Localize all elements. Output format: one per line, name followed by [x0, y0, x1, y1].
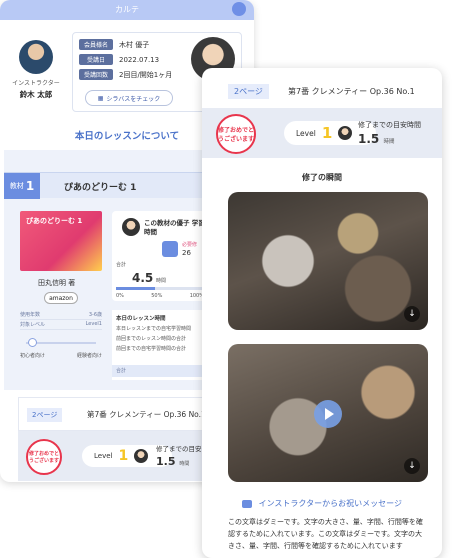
message-heading: インストラクターからお祝いメッセージ — [202, 498, 442, 509]
syllabus-button-label: シラバスをチェック — [106, 95, 161, 103]
study-time-card: この教材の優子 学習時間 必要修 26 合計 4.5 時間 0% 50% 100… — [112, 211, 208, 301]
progress-scale: 0% 50% 100% — [116, 293, 204, 299]
completion-seal: 修了おめでとうございます — [26, 439, 62, 475]
instructor-role: インストラクター — [12, 80, 60, 87]
instructor-name: 鈴木 太郎 — [19, 90, 53, 99]
stat-label: 対象レベル — [20, 322, 46, 328]
total-label: 合計 — [116, 262, 127, 268]
goal-label: 修了までの目安 — [156, 445, 202, 453]
member-label: 受講日 — [79, 54, 113, 65]
instructor-block: インストラクター 鈴木 太郎 — [8, 40, 64, 100]
member-value: 木村 優子 — [119, 40, 150, 49]
karte-header: カルテ — [0, 0, 254, 20]
goal-label: 修了までの目安時間 — [358, 121, 421, 129]
stage: カルテ インストラクター 鈴木 太郎 会員様名 木村 優子 受講日 2022.0… — [0, 0, 456, 558]
history-line: 前回までの自宅学習時間の合計 — [116, 346, 187, 352]
moment-title: 修了の瞬間 — [302, 173, 342, 182]
member-row: 会員様名 木村 優子 — [79, 39, 149, 50]
page-tag: 2ページ — [228, 84, 269, 99]
progress-fill — [116, 287, 155, 290]
member-row: 受講日 2022.07.13 — [79, 54, 159, 65]
goal-value: 1.5 — [358, 132, 380, 146]
scale-label: 0% — [116, 293, 124, 299]
book-cover-image: ぴあのどりーむ 1 — [20, 211, 102, 271]
study-time-title: この教材の優子 学習時間 — [144, 219, 205, 236]
book-author: 田丸信明 著 — [38, 279, 76, 287]
page-tag: 2ページ — [27, 408, 63, 422]
level-value: 1 — [321, 124, 333, 142]
material-name: ぴあのどりーむ 1 — [64, 183, 137, 193]
completion-card: 2ページ 第7番 クレメンティー Op.36 No.1 修了おめでとうございます… — [202, 68, 442, 558]
download-icon[interactable]: ↓ — [404, 458, 420, 474]
karte-title: カルテ — [115, 5, 139, 14]
completion-bar: 修了おめでとうございます Level 1 修了までの目安時間 1.5 時間 — [202, 108, 442, 158]
book-cover-title: ぴあのどりーむ 1 — [26, 217, 83, 225]
instructor-avatar — [19, 40, 53, 74]
page-row: 2ページ 第7番 クレメンティー Op.36 No.1 — [202, 78, 442, 106]
goal-value-row: 1.5 時間 — [156, 455, 189, 468]
level-label: Level — [296, 128, 316, 138]
level-end-min: 初心者向け — [20, 353, 46, 359]
material-stats: 使用年数 3-6歳 対象レベル Level1 — [20, 310, 102, 330]
completion-seal: 修了おめでとうございます — [216, 114, 256, 154]
level-label: Level — [94, 452, 113, 460]
level-end-max: 経験者向け — [76, 353, 102, 359]
chat-icon — [242, 499, 253, 508]
history-line: 前回までのレッスン時間の合計 — [116, 336, 187, 342]
member-label: 会員様名 — [79, 39, 113, 50]
instructor-avatar-small — [338, 126, 353, 140]
material-number: 1 — [25, 179, 35, 193]
level-value: 1 — [118, 448, 129, 464]
total-hours: 4.5 — [132, 271, 154, 285]
history-line: 本日レッスンまでの自宅学習時間 — [116, 326, 192, 332]
edit-icon[interactable] — [232, 2, 246, 16]
song-title: 第7番 クレメンティー Op.36 No.1 — [288, 87, 415, 96]
total-hours-unit: 時間 — [156, 278, 167, 284]
member-avatar-small — [122, 218, 140, 236]
goal-value-row: 1.5 時間 — [358, 132, 394, 146]
song-title: 第7番 クレメンティー Op.36 No.1 — [87, 410, 206, 419]
stat-row: 使用年数 3-6歳 — [20, 310, 102, 320]
stat-value: 3-6歳 — [88, 312, 102, 318]
stat-value: Level1 — [85, 321, 102, 327]
book-icon — [162, 241, 178, 257]
goal-unit: 時間 — [179, 461, 190, 467]
required-label: 必要修 — [182, 242, 198, 248]
lesson-history-card: 本日のレッスン時間 本日レッスンまでの自宅学習時間 前回までのレッスン時間の合計… — [112, 310, 208, 380]
history-footer: 合計 — [112, 365, 208, 377]
message-body: この文章はダミーです。文字の大きさ、量、字間、行間等を確認するために入れています… — [228, 518, 423, 550]
material-tag-label: 教材 — [9, 182, 24, 190]
download-icon[interactable]: ↓ — [404, 306, 420, 322]
member-row: 受講回数 2回目/開始1ヶ月 — [79, 69, 172, 80]
video-thumbnail[interactable]: ↓ — [228, 192, 428, 330]
level-slider-ends: 初心者向け 経験者向け — [20, 352, 102, 359]
amazon-link[interactable]: amazon — [44, 292, 78, 304]
goal-unit: 時間 — [383, 139, 395, 145]
member-label: 受講回数 — [79, 69, 113, 80]
material-tag: 教材 1 — [4, 173, 40, 199]
member-value: 2022.07.13 — [119, 55, 160, 64]
required-value: 26 — [182, 249, 191, 257]
progress-bar — [116, 287, 202, 290]
message-title: インストラクターからお祝いメッセージ — [258, 499, 402, 508]
member-value: 2回目/開始1ヶ月 — [119, 70, 173, 79]
video-player[interactable]: ↓ — [228, 344, 428, 482]
stat-row: 対象レベル Level1 — [20, 320, 102, 330]
syllabus-button[interactable]: ▦ シラバスをチェック — [85, 90, 173, 106]
level-slider-knob[interactable] — [28, 338, 37, 347]
goal-value: 1.5 — [156, 455, 176, 468]
calendar-icon: ▦ — [97, 94, 104, 102]
scale-label: 50% — [151, 293, 163, 299]
instructor-avatar-small — [134, 449, 149, 463]
history-title: 本日のレッスン時間 — [116, 316, 166, 322]
play-icon[interactable] — [314, 400, 342, 428]
stat-label: 使用年数 — [20, 312, 41, 318]
